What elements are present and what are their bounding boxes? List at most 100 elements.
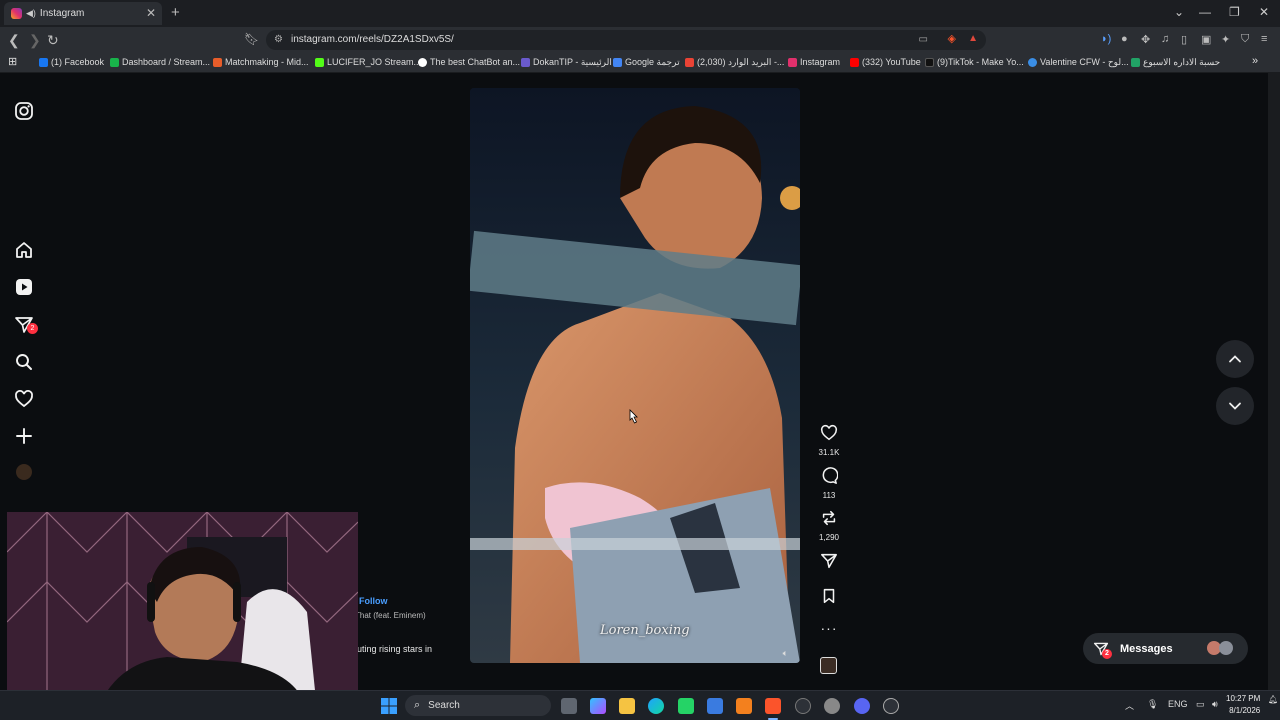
new-tab-button[interactable]: +: [171, 4, 180, 21]
bookmark-item[interactable]: Valentine CFW - لوح...: [1028, 57, 1129, 68]
whatsapp-icon[interactable]: [678, 698, 694, 714]
sidebar-toggle-icon[interactable]: ▯: [1181, 33, 1187, 46]
vpn-shield-icon[interactable]: ⛉: [1241, 33, 1249, 46]
microphone-icon[interactable]: 🎙︎: [1147, 699, 1158, 710]
back-button[interactable]: ❮: [8, 32, 20, 49]
home-icon[interactable]: [14, 240, 34, 260]
webcam-frame: [7, 512, 358, 710]
more-bookmarks-icon[interactable]: »: [1252, 55, 1258, 67]
comment-icon[interactable]: [820, 467, 839, 485]
clock-time: 10:27 PM: [1226, 694, 1261, 703]
windows-start-icon[interactable]: [381, 698, 397, 714]
menu-icon[interactable]: ≡: [1261, 33, 1267, 45]
tab-list-chevron-icon[interactable]: ⌄: [1174, 5, 1184, 19]
outlook-icon[interactable]: [707, 698, 723, 714]
messages-badge: 2: [27, 323, 38, 334]
messages-button[interactable]: 2 Messages: [1083, 633, 1248, 664]
like-action[interactable]: 31.1K: [812, 424, 846, 457]
taskbar-search-box[interactable]: ⌕ Search: [405, 695, 551, 716]
settings-gear-icon[interactable]: [824, 698, 840, 714]
wallet-icon[interactable]: ▣: [1201, 33, 1211, 46]
brave-browser-icon[interactable]: [765, 698, 781, 714]
notification-bell-icon[interactable]: 🔔︎: [1268, 695, 1278, 704]
url-field[interactable]: ⚙ instagram.com/reels/DZ2A1SDxv5S/ ▭ ◈ ▲: [266, 30, 986, 50]
file-explorer-icon[interactable]: [619, 698, 635, 714]
page-scrollbar[interactable]: [1268, 73, 1280, 690]
music-icon[interactable]: ♫: [1161, 33, 1169, 45]
create-plus-icon[interactable]: [14, 426, 34, 446]
obs-icon[interactable]: [883, 698, 899, 714]
minimize-button[interactable]: —: [1199, 5, 1211, 19]
messages-avatar: [1219, 641, 1233, 655]
app-icon[interactable]: [795, 698, 811, 714]
copilot-icon[interactable]: [590, 698, 606, 714]
like-heart-icon[interactable]: [820, 424, 838, 442]
audio-icon[interactable]: ◗): [1101, 33, 1111, 45]
brave-shields-icon[interactable]: ◈: [948, 29, 956, 49]
bookmark-item[interactable]: (2,030) البريد الوارد -...: [685, 57, 784, 68]
restore-button[interactable]: ❐: [1229, 5, 1240, 19]
speaker-icon[interactable]: ◀): [26, 8, 36, 19]
extension-icon[interactable]: ●: [1121, 33, 1128, 45]
forward-button[interactable]: ❯: [29, 32, 41, 49]
close-window-button[interactable]: ✕: [1259, 5, 1269, 19]
bookmark-item[interactable]: (1) Facebook: [39, 57, 104, 67]
cast-icon[interactable]: ▭: [919, 30, 928, 50]
bookmark-item[interactable]: حسبة الاداره الاسبوع: [1131, 57, 1220, 68]
profile-avatar[interactable]: [16, 464, 32, 480]
apps-grid-icon[interactable]: ⊞: [8, 55, 17, 68]
comment-action[interactable]: 113: [812, 467, 846, 500]
taskbar-clock[interactable]: 10:27 PM 8/1/2026: [1226, 693, 1260, 717]
volume-icon[interactable]: 🔊︎: [1212, 699, 1218, 710]
browser-tab[interactable]: ◀) Instagram ✕: [4, 2, 162, 25]
instagram-logo-icon[interactable]: [14, 101, 34, 121]
bookmark-item[interactable]: DokanTIP - الرئيسية: [521, 57, 612, 68]
next-reel-button[interactable]: [1216, 387, 1254, 425]
repost-icon[interactable]: [820, 509, 838, 527]
reload-button[interactable]: ↻: [47, 32, 59, 49]
share-send-icon[interactable]: [820, 552, 838, 570]
share-action[interactable]: [812, 552, 846, 575]
bookmark-item[interactable]: Google ترجمة: [613, 57, 680, 68]
mute-toggle-icon[interactable]: 🔈︎: [783, 648, 788, 659]
language-indicator[interactable]: ENG: [1168, 699, 1188, 709]
leo-ai-icon[interactable]: ✦: [1221, 33, 1230, 46]
bookmark-item[interactable]: (332) YouTube: [850, 57, 921, 67]
discord-icon[interactable]: [854, 698, 870, 714]
close-tab-icon[interactable]: ✕: [146, 6, 156, 20]
bookmark-item[interactable]: Dashboard / Stream...: [110, 57, 210, 67]
repost-action[interactable]: 1,290: [812, 509, 846, 542]
gmail-icon: [685, 58, 694, 67]
matchmaking-icon: [213, 57, 222, 67]
reels-icon[interactable]: [14, 277, 34, 297]
url-text: instagram.com/reels/DZ2A1SDxv5S/: [291, 34, 454, 45]
bookmark-item[interactable]: The best ChatBot an...: [418, 57, 520, 67]
chatbot-icon: [418, 57, 427, 67]
edge-icon[interactable]: [648, 698, 664, 714]
sheets-icon: [1131, 58, 1140, 67]
more-options-icon[interactable]: ···: [812, 620, 846, 636]
task-view-icon[interactable]: [561, 698, 577, 714]
audio-thumbnail[interactable]: [820, 657, 837, 674]
cloud-app-icon[interactable]: [736, 698, 752, 714]
reel-video[interactable]: 🔈︎: [470, 88, 800, 663]
save-action[interactable]: [812, 587, 846, 610]
notifications-heart-icon[interactable]: [14, 389, 34, 409]
puzzle-icon[interactable]: ✥: [1141, 33, 1150, 46]
bookmark-item[interactable]: Matchmaking - Mid...: [213, 57, 309, 67]
bookmark-item[interactable]: LUCIFER_JO Stream...: [315, 57, 421, 67]
bookmark-item[interactable]: Instagram: [788, 57, 840, 67]
search-icon[interactable]: [14, 352, 34, 372]
site-info-icon[interactable]: ⚙: [274, 30, 283, 50]
song-title[interactable]: That (feat. Eminem): [355, 611, 426, 620]
network-icon[interactable]: ▭: [1196, 699, 1205, 710]
follow-button[interactable]: Follow: [359, 596, 388, 606]
brave-rewards-icon[interactable]: ▲: [968, 29, 978, 49]
bookmark-save-icon[interactable]: [820, 587, 838, 605]
tab-title: Instagram: [39, 8, 85, 19]
chevron-down-icon: [1229, 402, 1241, 410]
previous-reel-button[interactable]: [1216, 340, 1254, 378]
bookmark-page-icon[interactable]: 🔖︎: [244, 32, 259, 46]
bookmark-item[interactable]: (9)TikTok - Make Yo...: [925, 57, 1024, 67]
tray-overflow-chevron-icon[interactable]: ︿: [1125, 699, 1134, 712]
